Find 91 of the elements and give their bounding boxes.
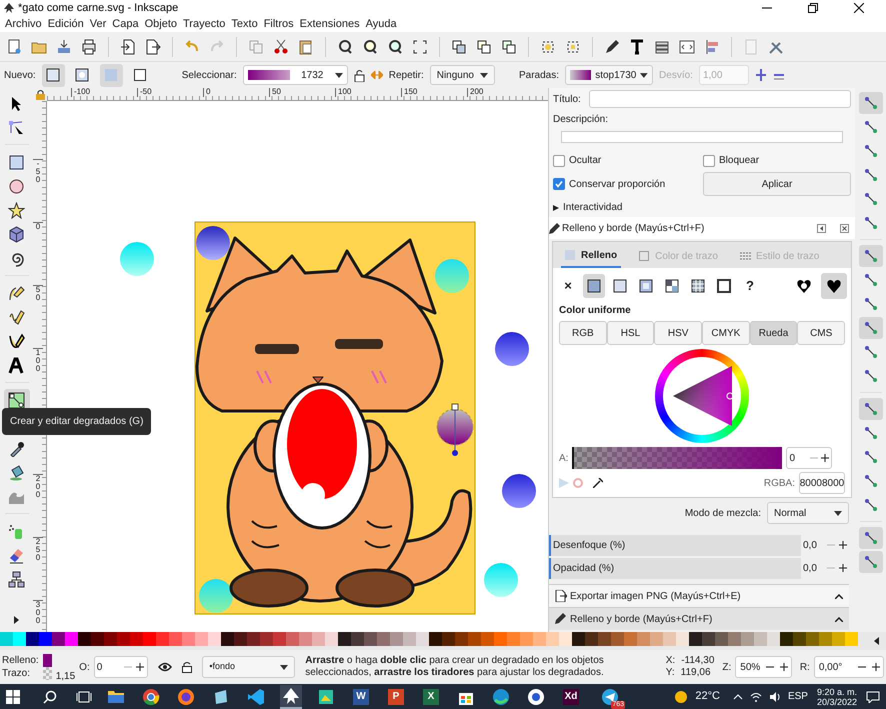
color-mode-button[interactable]: CMYK	[702, 321, 750, 345]
menu-item[interactable]: Trayecto	[180, 16, 228, 32]
slider-field[interactable]: Opacidad (%)	[549, 558, 801, 578]
section-title: Color uniforme	[558, 304, 632, 318]
coordinate-label: X:	[666, 655, 676, 667]
temperature-text: 22°C	[695, 689, 720, 704]
layer-dropdown[interactable]: •fondo	[202, 656, 296, 678]
app-letter-icon: W	[353, 688, 369, 704]
clock-time: 9:20 a. m.	[816, 686, 857, 696]
app-letter-icon: X	[423, 688, 439, 704]
repeat-dropdown[interactable]: Ninguno	[430, 65, 495, 85]
ruler-label: 100	[335, 88, 352, 97]
ruler-label: 50	[35, 286, 41, 302]
field-label: A:	[559, 452, 568, 466]
expander[interactable]: Interactividad	[553, 200, 851, 217]
value-text: 0,0	[802, 538, 818, 552]
menu-item[interactable]: Archivo	[2, 16, 45, 32]
blend-mode-dropdown[interactable]: Normal	[767, 502, 849, 524]
taskbar-app-button[interactable]: X	[420, 684, 442, 708]
language-indicator: ESP	[788, 690, 808, 704]
ruler-label: 0	[203, 88, 210, 97]
coordinate-label: Y:	[666, 667, 675, 679]
status-label: R:	[800, 660, 810, 674]
status-label: Trazo:	[2, 667, 31, 680]
menu-item[interactable]: Texto	[228, 16, 261, 32]
ruler-label: 200	[467, 88, 484, 97]
paint-type-button[interactable]: ×	[557, 274, 579, 298]
field-label: RGBA:	[764, 476, 795, 490]
ruler-label: 50	[269, 88, 281, 97]
color-mode-button[interactable]: HSL	[606, 321, 654, 345]
ruler-label: 150	[401, 88, 418, 97]
paint-type-button[interactable]: ?	[739, 274, 761, 298]
toolbar-label: Repetir:	[388, 68, 424, 82]
status-label: Relleno:	[2, 654, 39, 667]
checkbox[interactable]: Ocultar	[553, 153, 703, 168]
tab[interactable]: Relleno	[561, 244, 622, 268]
toolbar-label: Seleccionar:	[182, 68, 237, 82]
ruler-label: 0	[35, 223, 41, 231]
menu-item[interactable]: Capa	[109, 16, 142, 32]
taskbar-app-button[interactable]: P	[385, 684, 407, 708]
app-letter-icon: P	[388, 688, 404, 704]
app-letter-icon: Xd	[562, 688, 580, 704]
menu-item[interactable]: Ayuda	[362, 16, 400, 32]
slider-field[interactable]: Desenfoque (%)	[549, 534, 801, 556]
menu-item[interactable]: Extensiones	[296, 16, 363, 32]
field-label: Descripción:	[553, 113, 610, 127]
docked-panel-header[interactable]: Relleno y borde (Mayús+Ctrl+F)	[549, 607, 849, 630]
menu-item[interactable]: Edición	[44, 16, 87, 32]
menu-item[interactable]: Ver	[86, 16, 110, 32]
value-text: 0,0	[802, 562, 818, 576]
ruler-label: 200	[35, 475, 41, 499]
clock-date: 20/3/2022	[816, 696, 857, 706]
ruler-label: 300	[35, 601, 41, 625]
apply-button[interactable]: Aplicar	[703, 172, 851, 196]
toolbar-label: Nuevo:	[4, 68, 36, 82]
alpha-spinbox[interactable]: 0	[786, 447, 832, 469]
taskbar-app-button[interactable]: W	[350, 684, 372, 708]
checkbox[interactable]: Conservar proporción	[553, 176, 703, 192]
status-label: Z:	[722, 660, 732, 674]
status-message: Arrastre o haga doble clic para crear un degradado en los objetos seleccionados, arrastre los tiradores para ajustar los degradados.	[305, 655, 605, 679]
color-mode-button[interactable]: Rueda	[750, 321, 798, 345]
rotation-spinbox[interactable]: 0,00°	[814, 656, 884, 678]
docked-panel-header[interactable]: Exportar imagen PNG (Mayús+Ctrl+E)	[549, 584, 849, 607]
rgba-input[interactable]: 80008000	[799, 472, 845, 494]
stop-dropdown[interactable]: stop1730	[565, 65, 654, 85]
field-label: Título:	[553, 92, 582, 106]
status-label: O:	[79, 660, 90, 674]
color-mode-button[interactable]: RGB	[559, 321, 607, 345]
tooltip: Crear y editar degradados (G)	[2, 408, 152, 435]
toolbar-label: Desvío:	[659, 68, 693, 82]
menu-item[interactable]: Filtros	[260, 16, 297, 32]
ruler-label: 100	[35, 349, 41, 373]
checkbox[interactable]: Bloquear	[703, 153, 760, 168]
opacity-spinbox[interactable]: 0	[94, 656, 148, 678]
color-mode-button[interactable]: HSV	[654, 321, 702, 345]
gradient-dropdown[interactable]: 1732	[242, 65, 348, 85]
stroke-width-text: 1,15	[56, 670, 76, 684]
coordinate-value: 119,06	[680, 667, 711, 679]
toolbar-label: Paradas:	[519, 68, 560, 82]
field-label: Modo de mezcla:	[684, 506, 761, 520]
menu-item[interactable]: Objeto	[142, 16, 180, 32]
color-mode-button[interactable]: CMS	[797, 321, 846, 345]
panel-title: Relleno y borde (Mayús+Ctrl+F)	[562, 222, 706, 236]
window-title: *gato come carne.svg - Inkscape	[18, 0, 178, 16]
taskbar-app-button[interactable]: Xd	[560, 684, 582, 708]
ruler-label: -100	[71, 88, 90, 97]
ruler-label: -50	[137, 88, 152, 97]
zoom-spinbox[interactable]: 50%	[735, 656, 792, 678]
coordinate-value: -114,30	[681, 655, 714, 667]
ruler-label: -50	[35, 160, 41, 184]
ruler-label: 250	[35, 538, 41, 562]
